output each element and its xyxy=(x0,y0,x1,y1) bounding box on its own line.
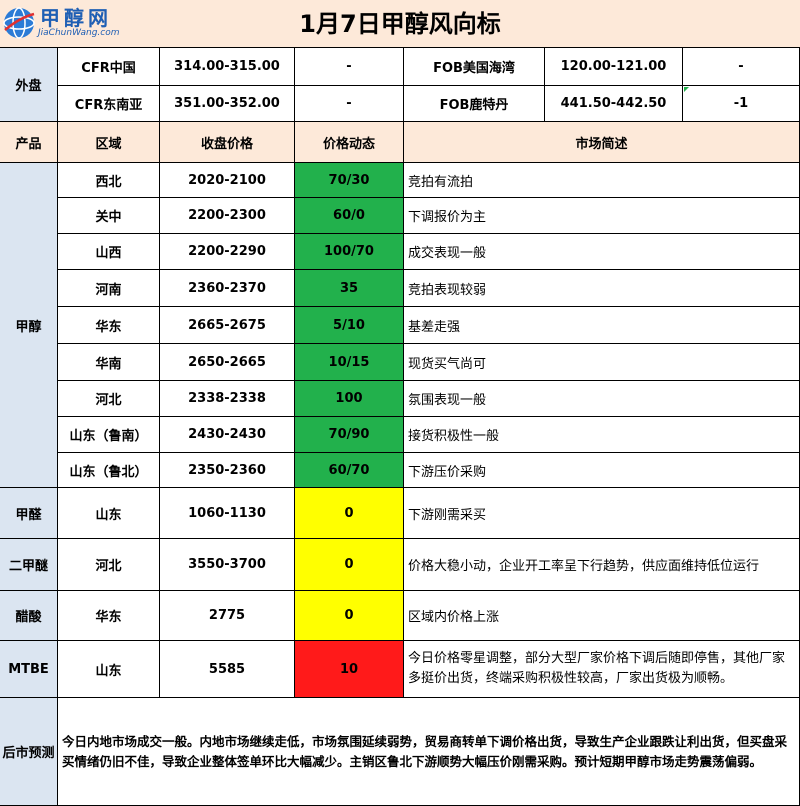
price-change-cell: 10/15 xyxy=(295,344,404,381)
header-price-change: 价格动态 xyxy=(295,122,404,163)
market-desc-cell: 下游压价采购 xyxy=(404,453,800,488)
price-change-cell: 0 xyxy=(295,591,404,641)
price-cell: 2200-2300 xyxy=(160,198,295,234)
price-change-cell: 60/70 xyxy=(295,453,404,488)
product-cell: 二甲醚 xyxy=(0,539,58,591)
price-cell: 2360-2370 xyxy=(160,270,295,307)
price-change-cell: 10 xyxy=(295,641,404,698)
market-desc-cell: 价格大稳小动，企业开工率呈下行趋势，供应面维持低位运行 xyxy=(404,539,800,591)
region-cell: 河北 xyxy=(58,539,160,591)
foreign-left-change: - xyxy=(295,48,404,86)
market-desc-cell: 竞拍有流拍 xyxy=(404,163,800,198)
price-change-cell: 70/30 xyxy=(295,163,404,198)
header-market-desc: 市场简述 xyxy=(404,122,800,163)
market-desc-cell: 接货积极性一般 xyxy=(404,417,800,453)
price-cell: 2200-2290 xyxy=(160,234,295,270)
price-change-cell: 0 xyxy=(295,488,404,539)
product-cell: 醋酸 xyxy=(0,591,58,641)
price-cell: 2350-2360 xyxy=(160,453,295,488)
product-cell: 甲醛 xyxy=(0,488,58,539)
price-cell: 3550-3700 xyxy=(160,539,295,591)
foreign-right-name: FOB鹿特丹 xyxy=(404,86,545,122)
product-cell: 甲醇 xyxy=(0,163,58,488)
foreign-left-name: CFR中国 xyxy=(58,48,160,86)
region-cell: 山东 xyxy=(58,641,160,698)
market-desc-cell: 竞拍表现较弱 xyxy=(404,270,800,307)
region-cell: 西北 xyxy=(58,163,160,198)
price-cell: 2430-2430 xyxy=(160,417,295,453)
title-bar: 甲醇网 JiaChunWang.com 1月7日甲醇风向标 xyxy=(0,0,800,48)
region-cell: 华南 xyxy=(58,344,160,381)
price-change-cell: 35 xyxy=(295,270,404,307)
cell-comment-marker xyxy=(684,87,689,92)
methanol-wind-vane-sheet: 甲醇网 JiaChunWang.com 1月7日甲醇风向标 外盘 CFR中国 314… xyxy=(0,0,800,806)
header-product: 产品 xyxy=(0,122,58,163)
price-change-cell: 60/0 xyxy=(295,198,404,234)
forecast-label: 后市预测 xyxy=(0,698,58,806)
region-cell: 华东 xyxy=(58,307,160,344)
market-desc-cell: 区域内价格上涨 xyxy=(404,591,800,641)
price-cell: 2650-2665 xyxy=(160,344,295,381)
foreign-right-price: 441.50-442.50 xyxy=(545,86,683,122)
market-desc-cell: 基差走强 xyxy=(404,307,800,344)
product-cell: MTBE xyxy=(0,641,58,698)
foreign-left-name: CFR东南亚 xyxy=(58,86,160,122)
market-desc-cell: 氛围表现一般 xyxy=(404,381,800,417)
forecast-text: 今日内地市场成交一般。内地市场继续走低，市场氛围延续弱势，贸易商转单下调价格出货… xyxy=(58,698,800,806)
region-cell: 山东（鲁北） xyxy=(58,453,160,488)
price-change-cell: 0 xyxy=(295,539,404,591)
market-desc-cell: 下游刚需采买 xyxy=(404,488,800,539)
foreign-left-price: 351.00-352.00 xyxy=(160,86,295,122)
price-change-cell: 70/90 xyxy=(295,417,404,453)
price-cell: 1060-1130 xyxy=(160,488,295,539)
market-desc-cell: 成交表现一般 xyxy=(404,234,800,270)
region-cell: 山东（鲁南） xyxy=(58,417,160,453)
foreign-right-change: - xyxy=(683,48,800,86)
market-desc-cell: 现货买气尚可 xyxy=(404,344,800,381)
price-cell: 2775 xyxy=(160,591,295,641)
price-cell: 2020-2100 xyxy=(160,163,295,198)
region-cell: 关中 xyxy=(58,198,160,234)
price-change-cell: 100 xyxy=(295,381,404,417)
region-cell: 河北 xyxy=(58,381,160,417)
foreign-right-price: 120.00-121.00 xyxy=(545,48,683,86)
market-desc-cell: 下调报价为主 xyxy=(404,198,800,234)
foreign-left-change: - xyxy=(295,86,404,122)
price-change-cell: 5/10 xyxy=(295,307,404,344)
foreign-right-name: FOB美国海湾 xyxy=(404,48,545,86)
foreign-market-label: 外盘 xyxy=(0,48,58,122)
price-cell: 2665-2675 xyxy=(160,307,295,344)
region-cell: 山东 xyxy=(58,488,160,539)
page-title: 1月7日甲醇风向标 xyxy=(299,10,501,38)
foreign-right-change: -1 xyxy=(683,86,800,122)
region-cell: 华东 xyxy=(58,591,160,641)
market-desc-cell: 今日价格零星调整，部分大型厂家价格下调后随即停售，其他厂家多挺价出货，终端采购积… xyxy=(404,641,800,698)
region-cell: 河南 xyxy=(58,270,160,307)
price-change-cell: 100/70 xyxy=(295,234,404,270)
header-close-price: 收盘价格 xyxy=(160,122,295,163)
region-cell: 山西 xyxy=(58,234,160,270)
price-cell: 2338-2338 xyxy=(160,381,295,417)
header-region: 区域 xyxy=(58,122,160,163)
foreign-left-price: 314.00-315.00 xyxy=(160,48,295,86)
price-cell: 5585 xyxy=(160,641,295,698)
